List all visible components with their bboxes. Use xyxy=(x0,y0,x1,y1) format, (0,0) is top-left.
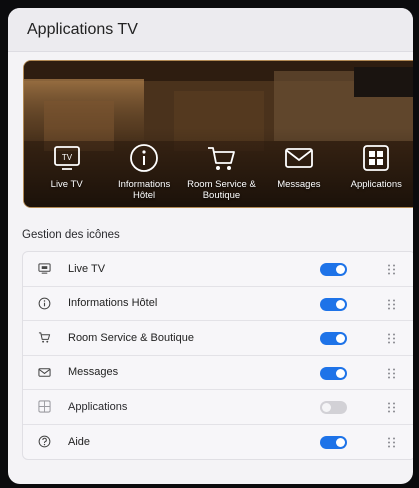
tv-icon: TV xyxy=(53,146,80,170)
tv-preview-banner: TV Live TV Informations Hôtel Room Servi… xyxy=(23,60,413,208)
section-title: Gestion des icônes xyxy=(22,229,120,241)
toggle-knob xyxy=(336,437,345,447)
visibility-toggle[interactable] xyxy=(320,297,347,311)
hero-item-label: Messages xyxy=(277,179,321,190)
toggle-knob xyxy=(322,403,331,412)
toggle-knob xyxy=(336,334,345,343)
toggle-knob xyxy=(336,299,345,309)
list-item-aide: Aide xyxy=(23,425,413,460)
envelope-icon xyxy=(37,365,51,379)
drag-handle-icon[interactable] xyxy=(387,299,396,310)
icon-management-list: Live TV Informations Hôtel Room Service … xyxy=(22,251,413,460)
cart-icon xyxy=(37,331,51,345)
hero-item-label: Live TV xyxy=(50,179,83,190)
hero-item-room-service[interactable]: Room Service & Boutique xyxy=(185,141,257,201)
list-item-label: Room Service & Boutique xyxy=(68,331,194,344)
info-icon xyxy=(130,144,158,172)
grid-icon xyxy=(363,145,390,171)
drag-handle-icon[interactable] xyxy=(387,264,396,275)
list-item-room-service: Room Service & Boutique xyxy=(23,321,413,356)
hero-item-live-tv[interactable]: TV Live TV xyxy=(31,141,103,201)
drag-handle-icon[interactable] xyxy=(387,368,396,379)
visibility-toggle[interactable] xyxy=(320,366,347,380)
svg-text:TV: TV xyxy=(62,153,73,162)
cart-icon xyxy=(208,147,236,170)
info-icon xyxy=(37,296,51,310)
grid-icon xyxy=(37,400,51,414)
window-title: Applications TV xyxy=(27,20,138,38)
list-item-informations: Informations Hôtel xyxy=(23,287,413,321)
hero-item-informations[interactable]: Informations Hôtel xyxy=(108,141,180,201)
visibility-toggle[interactable] xyxy=(320,435,347,449)
list-item-messages: Messages xyxy=(23,356,413,390)
drag-handle-icon[interactable] xyxy=(387,437,396,448)
list-item-label: Messages xyxy=(68,366,119,379)
hero-item-applications[interactable]: Applications xyxy=(340,141,412,201)
app-window: Applications TV TV Live TV Informations … xyxy=(8,8,413,484)
list-item-label: Aide xyxy=(68,435,91,448)
drag-handle-icon[interactable] xyxy=(387,333,396,344)
envelope-icon xyxy=(284,148,313,168)
visibility-toggle[interactable] xyxy=(320,401,347,414)
help-icon xyxy=(37,435,51,449)
toggle-knob xyxy=(336,265,345,274)
drag-handle-icon[interactable] xyxy=(387,402,396,413)
hero-app-icons: TV Live TV Informations Hôtel Room Servi… xyxy=(24,141,413,201)
list-item-label: Live TV xyxy=(68,262,106,275)
list-item-label: Informations Hôtel xyxy=(68,297,158,310)
window-header: Applications TV xyxy=(8,8,413,52)
tv-icon xyxy=(37,262,51,276)
hero-item-label: Informations Hôtel xyxy=(117,179,171,201)
toggle-knob xyxy=(336,368,345,378)
hero-item-label: Applications xyxy=(350,179,402,190)
list-item-live-tv: Live TV xyxy=(23,252,413,287)
visibility-toggle[interactable] xyxy=(320,263,347,276)
hero-item-label: Room Service & Boutique xyxy=(187,179,256,201)
list-item-label: Applications xyxy=(68,400,128,413)
visibility-toggle[interactable] xyxy=(320,332,347,345)
hero-item-messages[interactable]: Messages xyxy=(263,141,335,201)
list-item-applications: Applications xyxy=(23,390,413,425)
